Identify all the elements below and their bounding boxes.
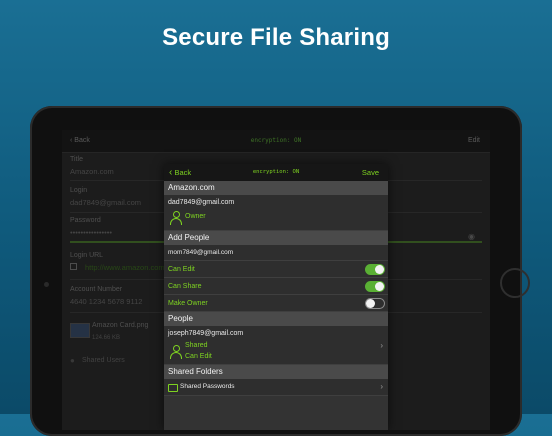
- section-header-shared-folders: Shared Folders: [164, 365, 388, 379]
- section-header-people: People: [164, 312, 388, 326]
- make-owner-toggle[interactable]: [365, 298, 385, 309]
- chevron-right-icon: ›: [380, 382, 383, 391]
- person-email: joseph7849@gmail.com: [168, 330, 244, 337]
- person-icon: [170, 211, 182, 225]
- home-button: [500, 268, 530, 298]
- toggle-knob: [375, 265, 384, 274]
- camera: [44, 282, 49, 287]
- person-row[interactable]: joseph7849@gmail.com Shared Can Edit ›: [164, 326, 388, 365]
- can-share-toggle[interactable]: [365, 281, 385, 292]
- folder-icon: [168, 384, 178, 392]
- toggle-knob: [366, 299, 375, 308]
- owner-email: dad7849@gmail.com: [168, 199, 235, 206]
- ipad-screen: ‹ Back encryption: ON Edit Title Amazon.…: [62, 130, 490, 430]
- permission-make-owner: Make Owner: [164, 295, 388, 312]
- can-edit-toggle[interactable]: [365, 264, 385, 275]
- share-modal: ‹ Back encryption: ON Save Amazon.com da…: [164, 164, 388, 430]
- modal-nav-bar: ‹ Back encryption: ON Save: [164, 164, 388, 181]
- permission-label: Make Owner: [168, 300, 208, 307]
- person-status: Shared: [185, 342, 208, 349]
- save-button[interactable]: Save: [362, 168, 379, 177]
- add-people-row[interactable]: mom7849@gmail.com: [164, 245, 388, 261]
- permission-label: Can Edit: [168, 266, 195, 273]
- permission-can-edit: Can Edit: [164, 261, 388, 278]
- permission-can-share: Can Share: [164, 278, 388, 295]
- chevron-right-icon: ›: [380, 341, 383, 350]
- shared-folder-name: Shared Passwords: [180, 383, 235, 390]
- shared-folder-row[interactable]: Shared Passwords ›: [164, 379, 388, 396]
- owner-row: dad7849@gmail.com Owner: [164, 195, 388, 231]
- headline: Secure File Sharing: [162, 24, 390, 51]
- add-email-input[interactable]: mom7849@gmail.com: [168, 249, 233, 256]
- section-header-add-people: Add People: [164, 231, 388, 245]
- toggle-knob: [375, 282, 384, 291]
- person-permission: Can Edit: [185, 353, 212, 360]
- person-icon: [170, 345, 182, 359]
- permission-label: Can Share: [168, 283, 202, 290]
- modal-nav-title: encryption: ON: [252, 169, 300, 175]
- owner-role: Owner: [185, 213, 206, 220]
- section-header-item: Amazon.com: [164, 181, 388, 195]
